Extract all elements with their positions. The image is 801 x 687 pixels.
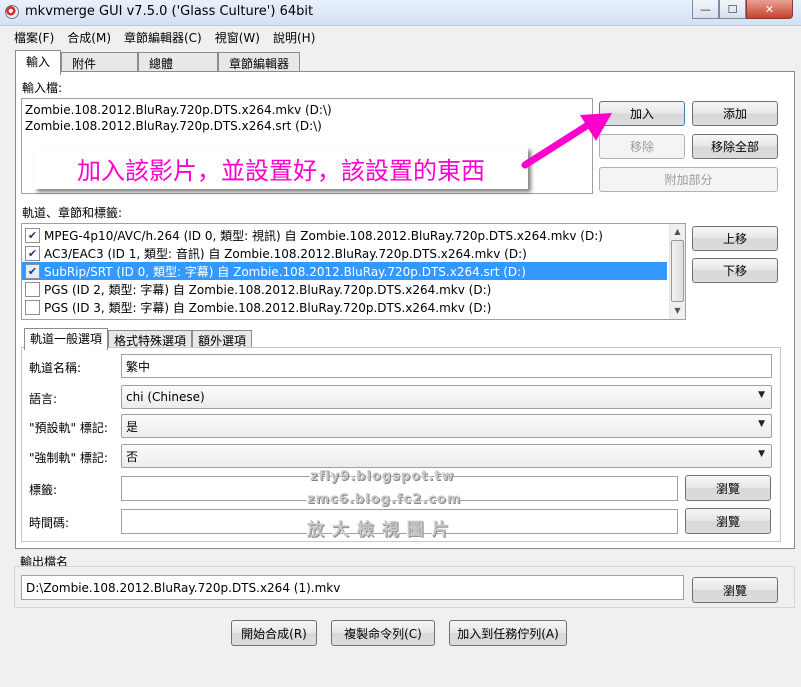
annotation-text: 加入該影片，並設置好，該設置的東西 xyxy=(77,156,485,185)
default-flag-value: 是 xyxy=(126,419,139,434)
track-name-label: 軌道名稱: xyxy=(29,361,82,375)
menu-chapter-editor[interactable]: 章節編輯器(C) xyxy=(118,27,209,47)
annotation-callout: 加入該影片，並設置好，該設置的東西 xyxy=(34,147,528,189)
menu-bar: 檔案(F) 合成(M) 章節編輯器(C) 視窗(W) 說明(H) xyxy=(0,27,801,47)
input-file-item[interactable]: Zombie.108.2012.BluRay.720p.DTS.x264.mkv… xyxy=(22,102,592,118)
tab-input[interactable]: 輸入 xyxy=(15,50,62,75)
tracks-scrollbar[interactable]: ▲ ▼ xyxy=(669,224,685,319)
track-label: PGS (ID 2, 類型: 字幕) 自 Zombie.108.2012.Blu… xyxy=(44,282,492,297)
forced-flag-value: 否 xyxy=(126,449,139,464)
maximize-button[interactable]: ☐ xyxy=(719,0,746,19)
menu-help[interactable]: 說明(H) xyxy=(267,27,322,47)
track-row[interactable]: PGS (ID 3, 類型: 字幕) 自 Zombie.108.2012.Blu… xyxy=(22,298,667,316)
scroll-down-icon[interactable]: ▼ xyxy=(670,303,685,318)
output-browse-button[interactable]: 瀏覽 xyxy=(692,577,778,603)
append-button[interactable]: 添加 xyxy=(692,101,778,126)
tracks-label: 軌道、章節和標籤: xyxy=(22,206,123,220)
menu-file[interactable]: 檔案(F) xyxy=(0,27,61,47)
watermark-line-2: zmc6.blog.fc2.com xyxy=(307,492,462,507)
tags-browse-button[interactable]: 瀏覽 xyxy=(685,475,771,501)
dropdown-arrow-icon: ▼ xyxy=(758,449,765,459)
scroll-thumb[interactable] xyxy=(671,240,684,302)
add-to-job-queue-button[interactable]: 加入到任務佇列(A) xyxy=(449,620,567,646)
output-filename-input[interactable]: D:\Zombie.108.2012.BluRay.720p.DTS.x264 … xyxy=(21,575,684,600)
language-label: 語言: xyxy=(29,392,58,406)
app-icon[interactable] xyxy=(5,5,19,19)
default-flag-select[interactable]: 是 ▼ xyxy=(121,414,772,438)
track-checkbox[interactable]: ✔ xyxy=(25,245,40,261)
menu-mux[interactable]: 合成(M) xyxy=(61,27,118,47)
track-checkbox[interactable] xyxy=(25,281,40,297)
timecodes-label: 時間碼: xyxy=(29,516,70,530)
scroll-up-icon[interactable]: ▲ xyxy=(670,224,685,239)
track-row-selected[interactable]: ✔ SubRip/SRT (ID 0, 類型: 字幕) 自 Zombie.108… xyxy=(22,262,667,280)
track-name-input[interactable]: 繁中 xyxy=(121,354,772,378)
main-tabs: 輸入 附件 總體 章節編輯器 xyxy=(15,50,301,75)
move-up-button[interactable]: 上移 xyxy=(692,226,778,251)
close-button[interactable]: ✕ xyxy=(746,0,793,19)
minimize-button[interactable]: — xyxy=(692,0,719,19)
watermark-line-1: zfly9.blogspot.tw xyxy=(310,469,455,484)
timecodes-browse-button[interactable]: 瀏覽 xyxy=(685,508,771,534)
tags-label: 標籤: xyxy=(29,483,58,497)
menu-window[interactable]: 視窗(W) xyxy=(209,27,267,47)
track-label: AC3/EAC3 (ID 1, 類型: 音訊) 自 Zombie.108.201… xyxy=(44,246,527,261)
additional-parts-button[interactable]: 附加部分 xyxy=(599,167,778,192)
watermark-line-3: 放 大 檢 視 圖 片 xyxy=(307,520,450,540)
input-file-item[interactable]: Zombie.108.2012.BluRay.720p.DTS.x264.srt… xyxy=(22,118,592,134)
input-files-label: 輸入檔: xyxy=(22,81,63,95)
annotation-arrow-icon xyxy=(521,113,612,169)
track-checkbox[interactable]: ✔ xyxy=(25,227,40,243)
track-label: PGS (ID 3, 類型: 字幕) 自 Zombie.108.2012.Blu… xyxy=(44,300,492,315)
forced-flag-label: "強制軌" 標記: xyxy=(29,451,108,465)
track-checkbox[interactable] xyxy=(25,299,40,315)
tracks-list[interactable]: ✔ MPEG-4p10/AVC/h.264 (ID 0, 類型: 視訊) 自 Z… xyxy=(21,223,686,320)
forced-flag-select[interactable]: 否 ▼ xyxy=(121,444,772,468)
copy-command-line-button[interactable]: 複製命令列(C) xyxy=(331,620,435,646)
tab-general-track-options[interactable]: 軌道一般選項 xyxy=(24,328,109,350)
track-row[interactable]: ✔ MPEG-4p10/AVC/h.264 (ID 0, 類型: 視訊) 自 Z… xyxy=(22,226,667,244)
track-label: MPEG-4p10/AVC/h.264 (ID 0, 類型: 視訊) 自 Zom… xyxy=(44,228,603,243)
start-muxing-button[interactable]: 開始合成(R) xyxy=(231,620,317,646)
move-down-button[interactable]: 下移 xyxy=(692,258,778,283)
track-checkbox[interactable]: ✔ xyxy=(25,263,40,279)
language-select[interactable]: chi (Chinese) ▼ xyxy=(121,385,772,409)
default-flag-label: "預設軌" 標記: xyxy=(29,421,108,435)
window-title: mkvmerge GUI v7.5.0 ('Glass Culture') 64… xyxy=(25,4,314,19)
language-value: chi (Chinese) xyxy=(126,390,205,404)
dropdown-arrow-icon: ▼ xyxy=(758,419,765,429)
remove-all-button[interactable]: 移除全部 xyxy=(692,134,778,159)
track-row[interactable]: PGS (ID 2, 類型: 字幕) 自 Zombie.108.2012.Blu… xyxy=(22,280,667,298)
track-row[interactable]: ✔ AC3/EAC3 (ID 1, 類型: 音訊) 自 Zombie.108.2… xyxy=(22,244,667,262)
track-label: SubRip/SRT (ID 0, 類型: 字幕) 自 Zombie.108.2… xyxy=(44,264,526,279)
dropdown-arrow-icon: ▼ xyxy=(758,390,765,400)
